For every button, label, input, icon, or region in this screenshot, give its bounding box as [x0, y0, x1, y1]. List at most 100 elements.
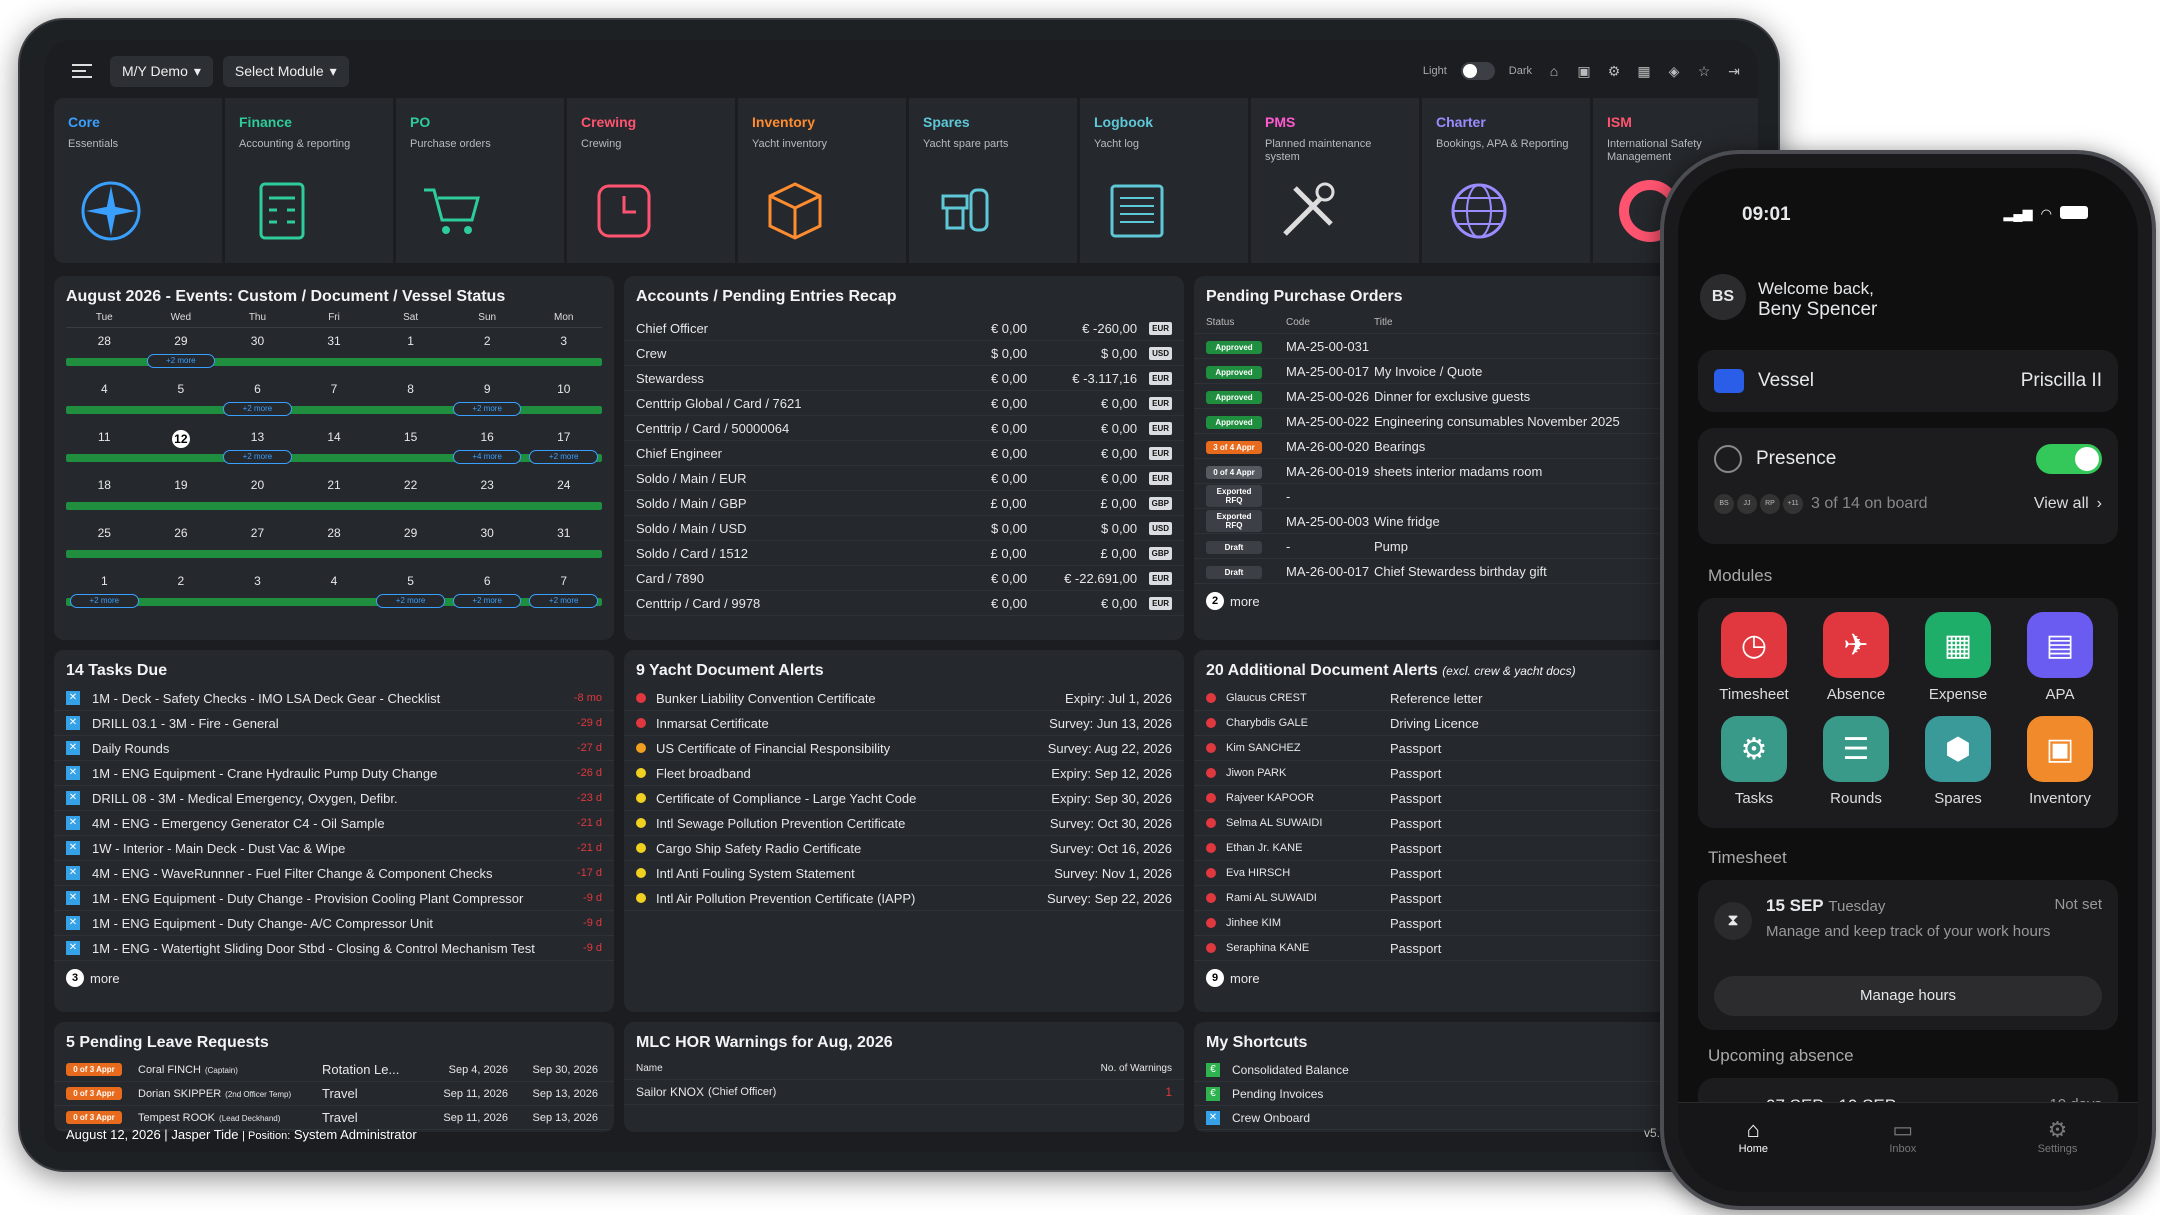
account-row[interactable]: Crew $ 0,00 $ 0,00 USD — [624, 341, 1184, 366]
calendar-day[interactable]: 11 — [66, 430, 143, 448]
calendar-day[interactable]: 29 — [143, 334, 220, 348]
more-events-pill[interactable]: +2 more — [452, 594, 522, 608]
yacht-doc-row[interactable]: Intl Air Pollution Prevention Certificat… — [624, 886, 1184, 911]
calendar-day[interactable]: 14 — [296, 430, 373, 448]
task-row[interactable]: ✕ 1W - Interior - Main Deck - Dust Vac & … — [54, 836, 614, 861]
app-absence[interactable]: ✈ Absence — [1806, 612, 1906, 703]
account-row[interactable]: Stewardess € 0,00 € -3.117,16 EUR — [624, 366, 1184, 391]
home-icon[interactable]: ⌂ — [1546, 63, 1562, 79]
logout-icon[interactable]: ⇥ — [1726, 63, 1742, 79]
calendar-day[interactable]: 4 — [296, 574, 373, 588]
gear-icon[interactable]: ⚙ — [1606, 63, 1622, 79]
calendar-day[interactable]: 2 — [143, 574, 220, 588]
task-row[interactable]: ✕ 1M - Deck - Safety Checks - IMO LSA Dec… — [54, 686, 614, 711]
calendar-day[interactable]: 15 — [372, 430, 449, 448]
calendar-day[interactable]: 8 — [372, 382, 449, 396]
module-tile-logbook[interactable]: Logbook Yacht log — [1080, 98, 1248, 263]
calendar-day[interactable]: 21 — [296, 478, 373, 492]
grid-icon[interactable]: ▦ — [1636, 63, 1652, 79]
app-spares[interactable]: ⬢ Spares — [1908, 716, 2008, 807]
account-row[interactable]: Soldo / Main / USD $ 0,00 $ 0,00 USD — [624, 516, 1184, 541]
task-row[interactable]: ✕ 4M - ENG - WaveRunnner - Fuel Filter Ch… — [54, 861, 614, 886]
account-row[interactable]: Chief Engineer € 0,00 € 0,00 EUR — [624, 441, 1184, 466]
calendar-day[interactable]: 5 — [143, 382, 220, 396]
calendar-day[interactable]: 12 — [143, 430, 220, 448]
module-tile-po[interactable]: PO Purchase orders — [396, 98, 564, 263]
theme-toggle[interactable] — [1460, 62, 1495, 80]
account-row[interactable]: Centtrip / Card / 50000064 € 0,00 € 0,00 EU… — [624, 416, 1184, 441]
yacht-doc-row[interactable]: Intl Sewage Pollution Prevention Certifi… — [624, 811, 1184, 836]
task-row[interactable]: ✕ DRILL 08 - 3M - Medical Emergency, Oxyg… — [54, 786, 614, 811]
yacht-doc-row[interactable]: US Certificate of Financial Responsibili… — [624, 736, 1184, 761]
module-tile-spares[interactable]: Spares Yacht spare parts — [909, 98, 1077, 263]
app-tasks[interactable]: ⚙ Tasks — [1704, 716, 1804, 807]
tasks-more-link[interactable]: 3 more — [54, 961, 614, 995]
calendar-day[interactable]: 6 — [449, 574, 526, 588]
calendar-icon[interactable]: ▣ — [1576, 63, 1592, 79]
calendar-day[interactable]: 31 — [525, 526, 602, 540]
calendar-day[interactable]: 28 — [296, 526, 373, 540]
app-inventory[interactable]: ▣ Inventory — [2010, 716, 2110, 807]
avatar[interactable]: BS — [1700, 274, 1746, 320]
module-tile-charter[interactable]: Charter Bookings, APA & Reporting — [1422, 98, 1590, 263]
account-row[interactable]: Centtrip / Card / 9978 € 0,00 € 0,00 EUR — [624, 591, 1184, 616]
calendar-day[interactable]: 22 — [372, 478, 449, 492]
account-row[interactable]: Card / 7890 € 0,00 € -22.691,00 EUR — [624, 566, 1184, 591]
more-events-pill[interactable]: +4 more — [452, 450, 522, 464]
calendar-day[interactable]: 23 — [449, 478, 526, 492]
calendar-day[interactable]: 26 — [143, 526, 220, 540]
leave-row[interactable]: 0 of 3 Appr Dorian SKIPPER (2nd Officer Te… — [54, 1082, 614, 1106]
more-events-pill[interactable]: +2 more — [223, 450, 292, 464]
calendar-day[interactable]: 30 — [449, 526, 526, 540]
leave-row[interactable]: 0 of 3 Appr Coral FINCH (Captain) Rotation … — [54, 1058, 614, 1082]
calendar-day[interactable]: 31 — [296, 334, 373, 348]
calendar-day[interactable]: 2 — [449, 334, 526, 348]
module-tile-finance[interactable]: Finance Accounting & reporting — [225, 98, 393, 263]
task-row[interactable]: ✕ DRILL 03.1 - 3M - Fire - General -29 d — [54, 711, 614, 736]
calendar-day[interactable]: 27 — [219, 526, 296, 540]
calendar-day[interactable]: 1 — [372, 334, 449, 348]
app-expense[interactable]: ▦ Expense — [1908, 612, 2008, 703]
yacht-doc-row[interactable]: Bunker Liability Convention Certificate E… — [624, 686, 1184, 711]
more-events-pill[interactable]: +2 more — [376, 594, 445, 608]
calendar-day[interactable]: 7 — [296, 382, 373, 396]
vessel-card[interactable]: Vessel Priscilla II — [1698, 350, 2118, 412]
more-events-pill[interactable]: +2 more — [452, 402, 522, 416]
more-events-pill[interactable]: +2 more — [529, 594, 598, 608]
module-select[interactable]: Select Module ▾ — [222, 55, 349, 87]
account-row[interactable]: Chief Officer € 0,00 € -260,00 EUR — [624, 316, 1184, 341]
calendar-day[interactable]: 24 — [525, 478, 602, 492]
account-row[interactable]: Soldo / Main / EUR € 0,00 € 0,00 EUR — [624, 466, 1184, 491]
calendar-day[interactable]: 20 — [219, 478, 296, 492]
more-events-pill[interactable]: +2 more — [70, 594, 139, 608]
mlc-row[interactable]: Sailor KNOX (Chief Officer) 1 — [624, 1080, 1184, 1105]
module-tile-core[interactable]: Core Essentials — [54, 98, 222, 263]
calendar-day[interactable]: 9 — [449, 382, 526, 396]
calendar-day[interactable]: 6 — [219, 382, 296, 396]
account-row[interactable]: Soldo / Card / 1512 £ 0,00 £ 0,00 GBP — [624, 541, 1184, 566]
menu-icon[interactable] — [72, 64, 92, 78]
task-row[interactable]: ✕ 4M - ENG - Emergency Generator C4 - Oil… — [54, 811, 614, 836]
view-all-link[interactable]: View all — [2034, 495, 2089, 513]
app-rounds[interactable]: ☰ Rounds — [1806, 716, 1906, 807]
task-row[interactable]: ✕ 1M - ENG Equipment - Crane Hydraulic Pu… — [54, 761, 614, 786]
calendar-day[interactable]: 19 — [143, 478, 220, 492]
yacht-doc-row[interactable]: Intl Anti Fouling System Statement Survey… — [624, 861, 1184, 886]
manage-hours-button[interactable]: Manage hours — [1714, 976, 2102, 1016]
yacht-doc-row[interactable]: Inmarsat Certificate Survey: Jun 13, 2026 — [624, 711, 1184, 736]
calendar-day[interactable]: 4 — [66, 382, 143, 396]
more-events-pill[interactable]: +2 more — [146, 354, 216, 368]
calendar-day[interactable]: 30 — [219, 334, 296, 348]
more-events-pill[interactable]: +2 more — [223, 402, 292, 416]
account-row[interactable]: Soldo / Main / GBP £ 0,00 £ 0,00 GBP — [624, 491, 1184, 516]
calendar-day[interactable]: 1 — [66, 574, 143, 588]
yacht-doc-row[interactable]: Cargo Ship Safety Radio Certificate Surve… — [624, 836, 1184, 861]
module-tile-inventory[interactable]: Inventory Yacht inventory — [738, 98, 906, 263]
calendar-day[interactable]: 5 — [372, 574, 449, 588]
calendar-day[interactable]: 7 — [525, 574, 602, 588]
yacht-doc-row[interactable]: Fleet broadband Expiry: Sep 12, 2026 — [624, 761, 1184, 786]
tab-home[interactable]: ⌂ Home — [1739, 1117, 1768, 1192]
yacht-doc-row[interactable]: Certificate of Compliance - Large Yacht … — [624, 786, 1184, 811]
diamond-icon[interactable]: ◈ — [1666, 63, 1682, 79]
app-timesheet[interactable]: ◷ Timesheet — [1704, 612, 1804, 703]
